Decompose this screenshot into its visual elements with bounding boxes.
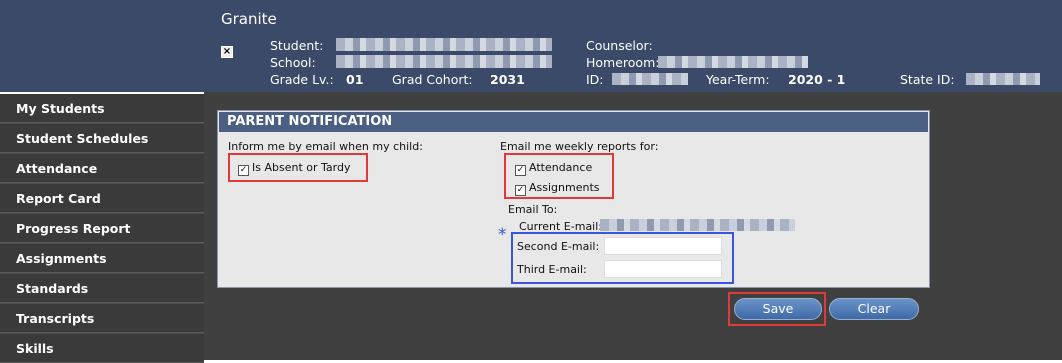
absent-label: Is Absent or Tardy xyxy=(252,161,351,174)
current-email-redacted xyxy=(600,219,795,231)
sidebar-item-skills[interactable]: Skills xyxy=(0,334,204,363)
grad-cohort-label: Grad Cohort: xyxy=(392,72,473,87)
attendance-checkbox[interactable]: ✓ xyxy=(515,165,526,176)
second-email-label: Second E-mail: xyxy=(517,240,600,253)
sidebar: My Students Student Schedules Attendance… xyxy=(0,94,204,363)
sidebar-item-transcripts[interactable]: Transcripts xyxy=(0,304,204,333)
grad-cohort-value: 2031 xyxy=(490,72,525,87)
close-icon[interactable]: × xyxy=(221,46,233,58)
state-id-value-redacted xyxy=(966,73,1040,85)
panel-title: PARENT NOTIFICATION xyxy=(219,112,928,132)
third-email-label: Third E-mail: xyxy=(517,263,587,276)
required-star: * xyxy=(498,225,507,245)
sidebar-item-assignments[interactable]: Assignments xyxy=(0,244,204,273)
student-name-redacted xyxy=(336,38,552,51)
sidebar-item-attendance[interactable]: Attendance xyxy=(0,154,204,183)
email-to-label: Email To: xyxy=(508,203,558,216)
third-email-input[interactable] xyxy=(604,260,722,278)
assignments-label: Assignments xyxy=(529,181,600,194)
save-button[interactable]: Save xyxy=(734,298,822,320)
homeroom-value-redacted xyxy=(658,56,808,68)
grade-value: 01 xyxy=(346,72,364,87)
school-name: Granite xyxy=(221,10,277,28)
year-term-label: Year-Term: xyxy=(706,72,770,87)
year-term-value: 2020 - 1 xyxy=(788,72,846,87)
sidebar-item-my-students[interactable]: My Students xyxy=(0,94,204,123)
student-label: Student: xyxy=(270,38,324,53)
second-email-input[interactable] xyxy=(604,237,722,255)
sidebar-item-standards[interactable]: Standards xyxy=(0,274,204,303)
assignments-option[interactable]: ✓ Assignments xyxy=(515,181,600,196)
assignments-checkbox[interactable]: ✓ xyxy=(515,185,526,196)
id-label: ID: xyxy=(586,72,604,87)
attendance-label: Attendance xyxy=(529,161,593,174)
id-value-redacted xyxy=(612,73,688,85)
clear-button[interactable]: Clear xyxy=(829,298,919,320)
grade-label: Grade Lv.: xyxy=(270,72,334,87)
counselor-label: Counselor: xyxy=(586,38,653,53)
weekly-label: Email me weekly reports for: xyxy=(500,140,659,153)
absent-checkbox[interactable]: ✓ xyxy=(238,165,249,176)
state-id-label: State ID: xyxy=(900,72,955,87)
sidebar-item-progress-report[interactable]: Progress Report xyxy=(0,214,204,243)
sidebar-item-student-schedules[interactable]: Student Schedules xyxy=(0,124,204,153)
sidebar-item-report-card[interactable]: Report Card xyxy=(0,184,204,213)
inform-label: Inform me by email when my child: xyxy=(228,140,423,153)
absent-option[interactable]: ✓ Is Absent or Tardy xyxy=(238,161,350,176)
school-label: School: xyxy=(270,55,316,70)
attendance-option[interactable]: ✓ Attendance xyxy=(515,161,592,176)
homeroom-label: Homeroom: xyxy=(586,55,660,70)
school-value-redacted xyxy=(336,55,552,68)
